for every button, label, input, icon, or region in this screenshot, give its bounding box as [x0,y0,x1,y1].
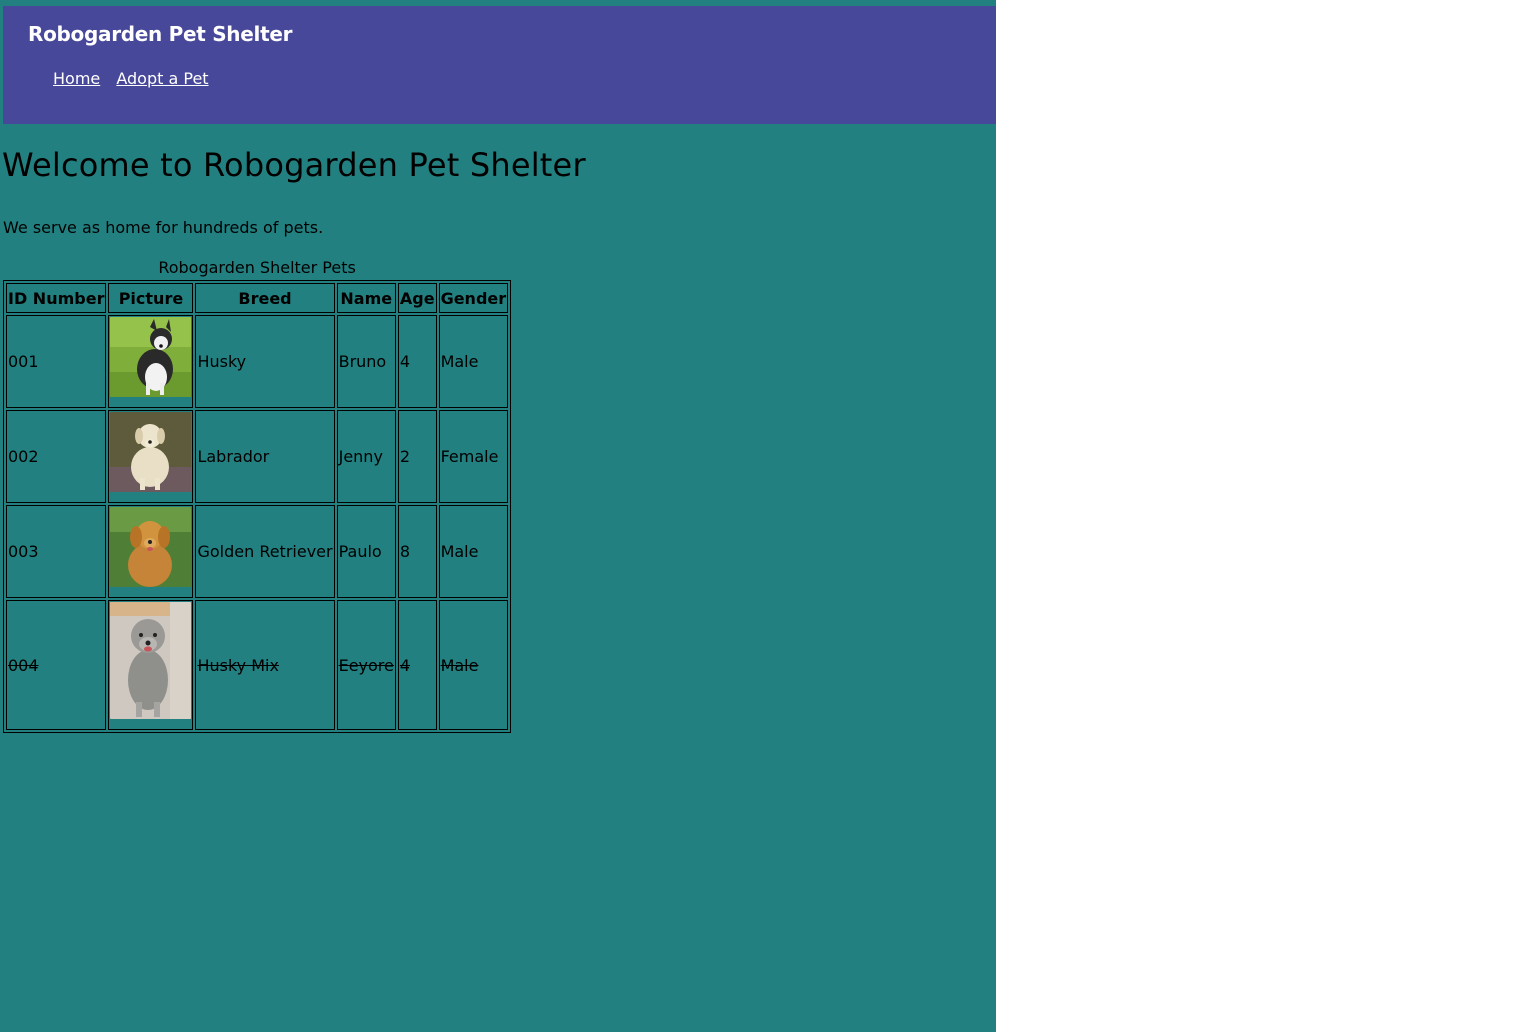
husky-photo [110,317,192,397]
pets-table: Robogarden Shelter Pets ID Number Pictur… [3,258,512,733]
cell-age: 4 [397,600,437,730]
husky-mix-photo [110,602,192,719]
page-heading: Welcome to Robogarden Pet Shelter [2,146,586,184]
golden-retriever-photo [110,507,192,587]
cell-id: 001 [6,315,107,408]
table-row: 004 Husky Mix Eeyore 4 Male [6,600,509,730]
table-row: 002 Labrador Jenny 2 Female [6,410,509,503]
cell-name: Jenny [336,410,396,503]
column-header-name: Name [336,283,396,313]
cell-picture [108,315,194,408]
column-header-picture: Picture [108,283,194,313]
site-header: Robogarden Pet Shelter Home Adopt a Pet [3,6,996,124]
cell-breed: Husky [195,315,335,408]
cell-age: 4 [397,315,437,408]
intro-text: We serve as home for hundreds of pets. [3,218,324,237]
main-nav: Home Adopt a Pet [53,69,220,88]
cell-name: Eeyore [336,600,396,730]
cell-id: 004 [6,600,107,730]
nav-link-home[interactable]: Home [53,69,100,88]
cell-gender: Female [438,410,509,503]
cell-picture [108,505,194,598]
cell-breed: Labrador [195,410,335,503]
cell-age: 8 [397,505,437,598]
table-header-row: ID Number Picture Breed Name Age Gender [6,283,509,313]
labrador-photo [110,412,192,492]
column-header-id: ID Number [6,283,107,313]
cell-age: 2 [397,410,437,503]
cell-gender: Male [438,600,509,730]
cell-picture [108,410,194,503]
cell-breed: Husky Mix [195,600,335,730]
column-header-gender: Gender [438,283,509,313]
column-header-breed: Breed [195,283,335,313]
cell-gender: Male [438,505,509,598]
column-header-age: Age [397,283,437,313]
table-caption: Robogarden Shelter Pets [158,258,356,277]
cell-picture [108,600,194,730]
table-row: 001 Husky Bruno 4 Male [6,315,509,408]
page-body: Robogarden Pet Shelter Home Adopt a Pet … [0,0,996,1032]
cell-name: Bruno [336,315,396,408]
table-row: 003 Golden Retriever Paulo 8 Male [6,505,509,598]
nav-link-adopt-a-pet[interactable]: Adopt a Pet [116,69,208,88]
cell-gender: Male [438,315,509,408]
cell-id: 002 [6,410,107,503]
cell-id: 003 [6,505,107,598]
cell-breed: Golden Retriever [195,505,335,598]
cell-name: Paulo [336,505,396,598]
site-title: Robogarden Pet Shelter [28,22,293,46]
